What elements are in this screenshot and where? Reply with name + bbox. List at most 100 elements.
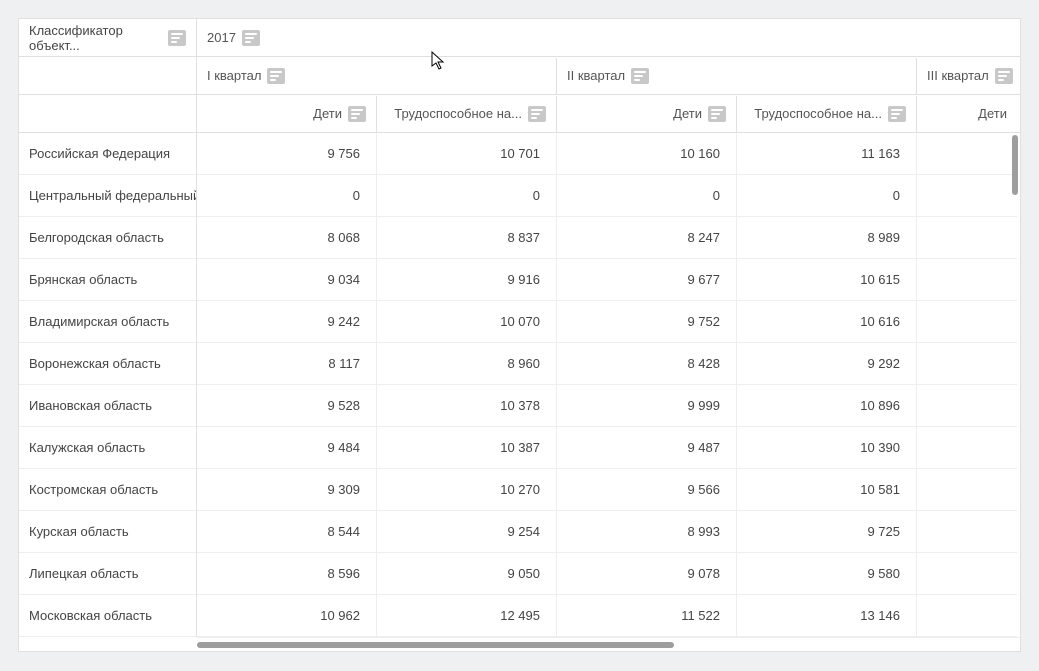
data-cell[interactable]: 8 544 [197,511,377,553]
table-row: 10 96212 49511 52213 146 [197,595,1020,637]
data-cell[interactable] [917,133,1017,175]
data-cell[interactable]: 0 [557,175,737,217]
data-cell[interactable]: 11 522 [557,595,737,637]
data-cell[interactable]: 0 [377,175,557,217]
column-header[interactable]: Дети [557,96,737,132]
table-row: 9 48410 3879 48710 390 [197,427,1020,469]
sort-icon[interactable] [242,30,260,46]
data-cell[interactable]: 9 487 [557,427,737,469]
data-cell[interactable] [917,427,1017,469]
column-header-row: Дети Трудоспособное на... Дети Трудоспос… [197,95,1020,133]
row-header[interactable]: Владимирская область [19,301,196,343]
row-header[interactable]: Российская Федерация [19,133,196,175]
corner-label: Классификатор объект... [29,23,162,53]
sort-icon[interactable] [168,30,186,46]
column-header[interactable]: Трудоспособное на... [377,96,557,132]
data-cell[interactable]: 10 616 [737,301,917,343]
data-cell[interactable]: 8 068 [197,217,377,259]
data-cell[interactable]: 9 034 [197,259,377,301]
data-cell[interactable]: 8 993 [557,511,737,553]
vertical-scrollbar[interactable] [1012,135,1018,195]
column-header[interactable]: Дети [917,96,1017,131]
data-cell[interactable]: 8 247 [557,217,737,259]
quarter-header[interactable]: III квартал [917,58,1020,94]
data-cell[interactable]: 10 387 [377,427,557,469]
column-header[interactable]: Трудоспособное на... [737,96,917,132]
data-cell[interactable]: 9 528 [197,385,377,427]
data-cell[interactable]: 9 242 [197,301,377,343]
scrollbar-thumb[interactable] [197,642,674,648]
data-cell[interactable]: 10 270 [377,469,557,511]
data-cell[interactable] [917,343,1017,385]
data-cell[interactable]: 12 495 [377,595,557,637]
row-header[interactable]: Курская область [19,511,196,553]
data-cell[interactable]: 8 596 [197,553,377,595]
data-cell[interactable]: 0 [737,175,917,217]
quarter-header[interactable]: I квартал [197,58,557,94]
row-header[interactable]: Ивановская область [19,385,196,427]
data-cell[interactable] [917,469,1017,511]
data-cell[interactable]: 9 752 [557,301,737,343]
data-cell[interactable]: 10 160 [557,133,737,175]
data-cell[interactable]: 10 962 [197,595,377,637]
data-cell[interactable]: 9 916 [377,259,557,301]
data-cell[interactable] [917,301,1017,343]
sort-icon[interactable] [528,106,546,122]
data-cell[interactable] [917,553,1017,595]
data-cell[interactable]: 9 566 [557,469,737,511]
data-cell[interactable]: 11 163 [737,133,917,175]
data-cell[interactable]: 13 146 [737,595,917,637]
sort-icon[interactable] [888,106,906,122]
table-row: 9 30910 2709 56610 581 [197,469,1020,511]
row-header[interactable]: Воронежская область [19,343,196,385]
data-cell[interactable]: 9 050 [377,553,557,595]
data-cell[interactable]: 9 484 [197,427,377,469]
data-cell[interactable]: 9 309 [197,469,377,511]
data-cell[interactable] [917,175,1017,217]
data-cell[interactable]: 9 254 [377,511,557,553]
year-header[interactable]: 2017 [197,20,1020,56]
row-header[interactable]: Костромская область [19,469,196,511]
quarter-header[interactable]: II квартал [557,58,917,94]
sort-icon[interactable] [995,68,1013,84]
data-cell[interactable] [917,595,1017,637]
data-cell[interactable]: 8 960 [377,343,557,385]
data-cell[interactable]: 8 837 [377,217,557,259]
data-cell[interactable]: 10 615 [737,259,917,301]
data-cell[interactable]: 9 078 [557,553,737,595]
corner-header[interactable]: Классификатор объект... [19,19,196,57]
sort-icon[interactable] [631,68,649,84]
data-cell[interactable]: 10 896 [737,385,917,427]
data-cell[interactable]: 9 677 [557,259,737,301]
sort-icon[interactable] [267,68,285,84]
data-cell[interactable]: 10 070 [377,301,557,343]
row-header[interactable]: Центральный федеральный... [19,175,196,217]
data-cell[interactable]: 9 999 [557,385,737,427]
row-header[interactable]: Московская область [19,595,196,637]
data-cell[interactable]: 8 989 [737,217,917,259]
data-cell[interactable]: 9 580 [737,553,917,595]
data-cell[interactable]: 9 756 [197,133,377,175]
sort-icon[interactable] [708,106,726,122]
row-header[interactable]: Белгородская область [19,217,196,259]
column-header[interactable]: Дети [197,96,377,132]
row-header[interactable]: Липецкая область [19,553,196,595]
row-header[interactable]: Калужская область [19,427,196,469]
data-cell[interactable] [917,259,1017,301]
data-cell[interactable]: 10 581 [737,469,917,511]
data-cell[interactable]: 8 117 [197,343,377,385]
row-header[interactable]: Брянская область [19,259,196,301]
header-spacer [19,95,196,133]
data-cell[interactable]: 0 [197,175,377,217]
sort-icon[interactable] [348,106,366,122]
data-cell[interactable]: 8 428 [557,343,737,385]
data-cell[interactable] [917,511,1017,553]
data-cell[interactable]: 9 725 [737,511,917,553]
data-cell[interactable] [917,385,1017,427]
data-cell[interactable] [917,217,1017,259]
data-cell[interactable]: 10 701 [377,133,557,175]
data-cell[interactable]: 10 378 [377,385,557,427]
data-cell[interactable]: 9 292 [737,343,917,385]
horizontal-scrollbar[interactable] [197,637,1020,651]
data-cell[interactable]: 10 390 [737,427,917,469]
